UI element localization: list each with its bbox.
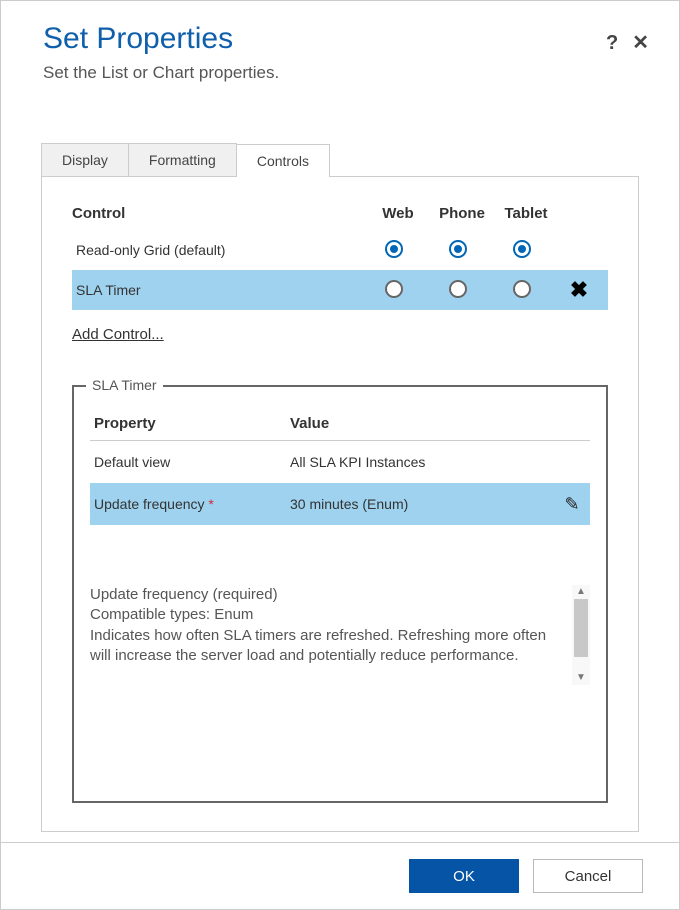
tab-display[interactable]: Display <box>41 143 129 176</box>
ok-button[interactable]: OK <box>409 859 519 893</box>
control-row-sla-timer[interactable]: SLA Timer ✖ <box>72 270 608 310</box>
scroll-down-icon[interactable]: ▼ <box>576 671 586 685</box>
property-description-area: Update frequency (required) Compatible t… <box>90 585 590 685</box>
property-group-label: SLA Timer <box>86 377 163 393</box>
controls-panel: Control Web Phone Tablet Read-only Grid … <box>41 177 639 832</box>
tabs: Display Formatting Controls <box>41 143 639 177</box>
required-indicator: * <box>205 496 214 512</box>
radio-tablet-readonly[interactable] <box>513 240 531 258</box>
header-actions: ? ✕ <box>606 33 649 53</box>
page-title: Set Properties <box>43 21 637 57</box>
col-property: Property <box>90 415 290 432</box>
radio-tablet-sla[interactable] <box>513 280 531 298</box>
property-name: Update frequency * <box>90 496 290 512</box>
controls-table-header: Control Web Phone Tablet <box>72 205 608 230</box>
col-tablet: Tablet <box>494 205 558 222</box>
desc-line: Compatible types: Enum <box>90 605 564 625</box>
radio-web-readonly[interactable] <box>385 240 403 258</box>
dialog-footer: OK Cancel <box>1 842 679 909</box>
help-icon[interactable]: ? <box>606 33 618 53</box>
property-group: SLA Timer Property Value Default view Al… <box>72 385 608 803</box>
control-row-readonly-grid[interactable]: Read-only Grid (default) <box>72 230 608 270</box>
set-properties-dialog: Set Properties Set the List or Chart pro… <box>0 0 680 910</box>
radio-web-sla[interactable] <box>385 280 403 298</box>
property-table-header: Property Value <box>90 415 590 441</box>
scroll-up-icon[interactable]: ▲ <box>576 585 586 599</box>
scroll-thumb[interactable] <box>574 599 588 657</box>
dialog-header: Set Properties Set the List or Chart pro… <box>1 1 679 93</box>
radio-phone-sla[interactable] <box>449 280 467 298</box>
property-value: All SLA KPI Instances <box>290 454 554 470</box>
dialog-content: Display Formatting Controls Control Web … <box>1 93 679 842</box>
desc-line: Update frequency (required) <box>90 585 564 605</box>
edit-icon[interactable]: ✎ <box>564 494 579 514</box>
description-scrollbar[interactable]: ▲ ▼ <box>572 585 590 685</box>
desc-line: Indicates how often SLA timers are refre… <box>90 626 564 667</box>
property-label: Update frequency <box>94 496 205 512</box>
property-name: Default view <box>90 454 290 470</box>
add-control-link[interactable]: Add Control... <box>72 326 164 343</box>
property-row-default-view[interactable]: Default view All SLA KPI Instances <box>90 441 590 483</box>
property-row-update-frequency[interactable]: Update frequency * 30 minutes (Enum) ✎ <box>90 483 590 525</box>
delete-control-icon[interactable]: ✖ <box>570 277 588 302</box>
tab-controls[interactable]: Controls <box>236 144 330 177</box>
radio-phone-readonly[interactable] <box>449 240 467 258</box>
col-control: Control <box>72 205 366 222</box>
page-subtitle: Set the List or Chart properties. <box>43 63 637 83</box>
col-phone: Phone <box>430 205 494 222</box>
close-icon[interactable]: ✕ <box>632 33 649 53</box>
cancel-button[interactable]: Cancel <box>533 859 643 893</box>
col-value: Value <box>290 415 554 432</box>
control-name: Read-only Grid (default) <box>76 242 362 258</box>
control-name: SLA Timer <box>76 282 362 298</box>
property-description: Update frequency (required) Compatible t… <box>90 585 572 685</box>
property-value: 30 minutes (Enum) <box>290 496 554 512</box>
tab-formatting[interactable]: Formatting <box>128 143 237 176</box>
col-web: Web <box>366 205 430 222</box>
col-delete <box>558 205 608 222</box>
